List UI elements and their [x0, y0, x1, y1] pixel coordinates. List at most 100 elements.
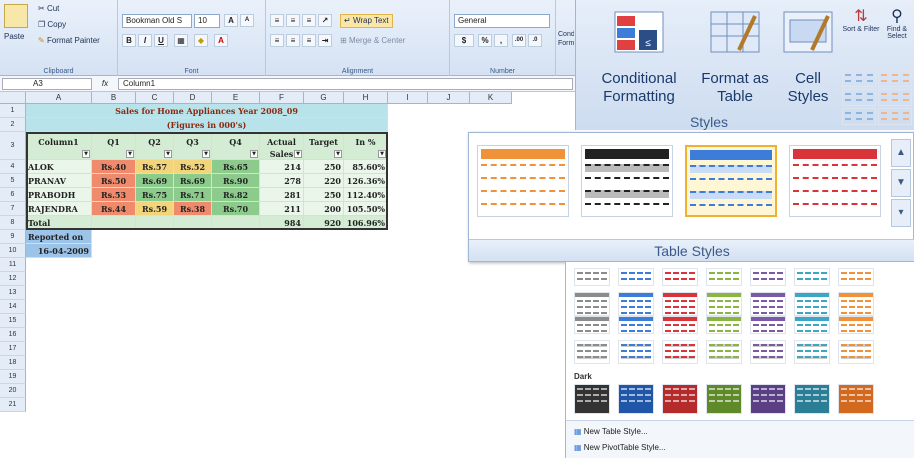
row-label-cell[interactable]: PRABODH [26, 188, 92, 202]
data-cell[interactable]: 250 [304, 160, 344, 174]
light-table-style[interactable] [574, 316, 610, 334]
row-header[interactable]: 8 [0, 216, 26, 230]
comma-button[interactable]: , [494, 34, 508, 47]
cut-button[interactable]: ✂ Cut [38, 4, 59, 13]
data-cell[interactable]: Rs.38 [174, 202, 212, 216]
dark-table-style[interactable] [618, 384, 654, 414]
font-size-combo[interactable]: 10 [194, 14, 220, 28]
align-center-icon[interactable]: ≡ [286, 34, 300, 47]
light-table-style[interactable] [662, 268, 698, 286]
column-header[interactable]: I [388, 92, 428, 104]
total-cell[interactable] [174, 216, 212, 230]
data-cell[interactable]: 126.36% [344, 174, 388, 188]
row-header[interactable]: 1 [0, 104, 26, 118]
row-header[interactable]: 6 [0, 188, 26, 202]
light-table-style[interactable] [662, 292, 698, 316]
row-header[interactable]: 15 [0, 314, 26, 328]
column-header[interactable]: G [304, 92, 344, 104]
data-cell[interactable]: Rs.53 [92, 188, 136, 202]
row-label-cell[interactable]: RAJENDRA [26, 202, 92, 216]
align-middle-icon[interactable]: ≡ [286, 14, 300, 27]
gallery-scroll-down[interactable]: ▼ [891, 169, 911, 197]
data-cell[interactable]: Rs.65 [212, 160, 260, 174]
light-table-style[interactable] [794, 340, 830, 364]
light-table-style[interactable] [794, 316, 830, 334]
light-table-style[interactable] [618, 316, 654, 334]
italic-button[interactable]: I [138, 34, 152, 47]
row-header[interactable]: 2 [0, 118, 26, 132]
align-bottom-icon[interactable]: ≡ [302, 14, 316, 27]
row-label-cell[interactable]: ALOK [26, 160, 92, 174]
new-pivot-style-item[interactable]: ▦ New PivotTable Style... [574, 443, 666, 452]
row-label-cell[interactable]: PRANAV [26, 174, 92, 188]
table-style-swatch[interactable] [581, 145, 673, 217]
data-cell[interactable]: Rs.70 [212, 202, 260, 216]
table-style-swatch[interactable] [789, 145, 881, 217]
copy-button[interactable]: ❐ Copy [38, 20, 66, 29]
underline-button[interactable]: U [154, 34, 168, 47]
column-header[interactable]: F [260, 92, 304, 104]
cell-style-swatch[interactable] [878, 70, 912, 87]
row-header[interactable]: 20 [0, 384, 26, 398]
font-color-icon[interactable]: A [214, 34, 228, 47]
table-header-cell[interactable]: Q2 ▼ [136, 132, 174, 160]
light-table-style[interactable] [618, 268, 654, 286]
table-style-swatch[interactable] [685, 145, 777, 217]
align-left-icon[interactable]: ≡ [270, 34, 284, 47]
cell-styles-button[interactable]: Cell Styles [776, 4, 840, 114]
row-header[interactable]: 9 [0, 230, 26, 244]
cell-style-swatch[interactable] [842, 70, 876, 87]
name-box[interactable]: A3 [2, 78, 92, 90]
data-cell[interactable]: 278 [260, 174, 304, 188]
bold-button[interactable]: B [122, 34, 136, 47]
data-cell[interactable]: 250 [304, 188, 344, 202]
light-table-style[interactable] [662, 340, 698, 364]
data-cell[interactable]: 112.40% [344, 188, 388, 202]
row-header[interactable]: 7 [0, 202, 26, 216]
light-table-style[interactable] [618, 292, 654, 316]
conditional-formatting-button[interactable]: ≤ Conditional Formatting [584, 4, 694, 114]
cell-style-swatch[interactable] [842, 108, 876, 125]
reported-label-cell[interactable]: Reported on [26, 230, 92, 244]
row-header[interactable]: 18 [0, 356, 26, 370]
filter-dropdown-icon[interactable]: ▼ [250, 150, 258, 158]
shrink-font-button[interactable]: A [240, 14, 254, 27]
table-header-cell[interactable]: Column1 ▼ [26, 132, 92, 160]
orientation-icon[interactable]: ↗ [318, 14, 332, 27]
light-table-style[interactable] [794, 292, 830, 316]
cell-style-swatch[interactable] [842, 89, 876, 106]
filter-dropdown-icon[interactable]: ▼ [164, 150, 172, 158]
row-header[interactable]: 4 [0, 160, 26, 174]
reported-date-cell[interactable]: 16-04-2009 [26, 244, 92, 258]
sort-filter-button[interactable]: ⇅ Sort & Filter [842, 6, 880, 33]
grow-font-button[interactable]: A [224, 14, 238, 27]
data-cell[interactable]: Rs.71 [174, 188, 212, 202]
light-table-style[interactable] [838, 268, 874, 286]
light-table-style[interactable] [574, 340, 610, 364]
column-header[interactable]: C [136, 92, 174, 104]
row-header[interactable]: 12 [0, 272, 26, 286]
light-table-style[interactable] [662, 316, 698, 334]
row-header[interactable]: 14 [0, 300, 26, 314]
total-cell[interactable] [212, 216, 260, 230]
light-table-style[interactable] [618, 340, 654, 364]
format-as-table-button[interactable]: Format as Table [696, 4, 774, 114]
align-right-icon[interactable]: ≡ [302, 34, 316, 47]
row-header[interactable]: 11 [0, 258, 26, 272]
column-header[interactable]: K [470, 92, 512, 104]
data-cell[interactable]: 200 [304, 202, 344, 216]
total-cell[interactable]: 106.96% [344, 216, 388, 230]
format-painter-button[interactable]: ✎ Format Painter [38, 36, 100, 45]
cell-style-swatch[interactable] [878, 108, 912, 125]
paste-button[interactable]: Paste [4, 32, 24, 41]
data-cell[interactable]: 85.60% [344, 160, 388, 174]
data-cell[interactable]: Rs.59 [136, 202, 174, 216]
filter-dropdown-icon[interactable]: ▼ [202, 150, 210, 158]
cell-style-swatch[interactable] [878, 89, 912, 106]
row-header[interactable]: 21 [0, 398, 26, 412]
light-table-style[interactable] [574, 292, 610, 316]
sheet-title[interactable]: Sales for Home Appliances Year 2008_09 [26, 104, 388, 118]
currency-button[interactable]: $ [454, 34, 474, 47]
data-cell[interactable]: 105.50% [344, 202, 388, 216]
data-cell[interactable]: Rs.82 [212, 188, 260, 202]
